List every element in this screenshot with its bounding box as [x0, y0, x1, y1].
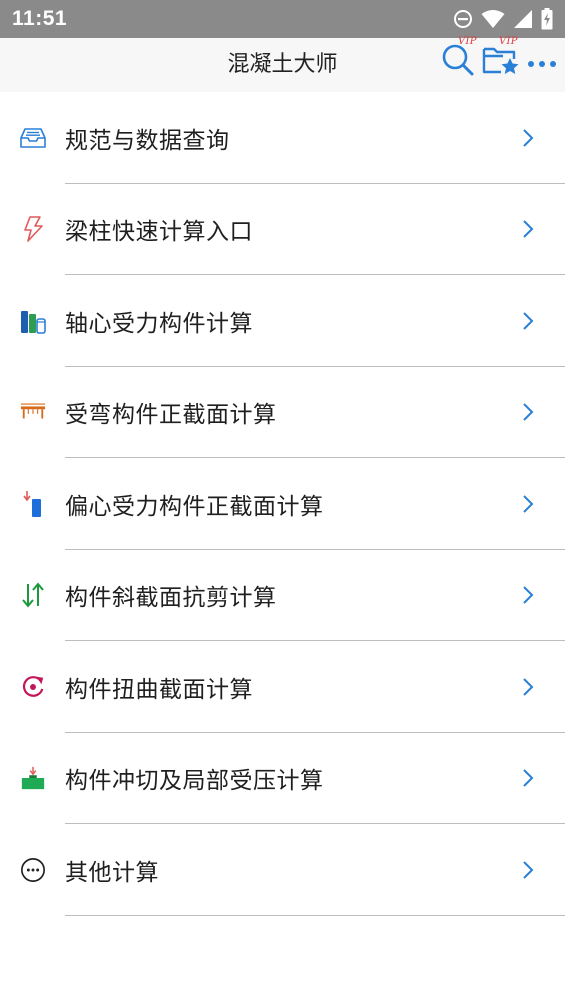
menu-item-other-calc[interactable]: 其他计算	[0, 824, 565, 916]
menu-item-label: 梁柱快速计算入口	[65, 219, 253, 246]
menu-item-label: 偏心受力构件正截面计算	[65, 493, 324, 520]
do-not-disturb-icon	[453, 9, 473, 29]
favorites-folder-icon	[481, 43, 519, 81]
chevron-right-icon	[521, 311, 535, 331]
shear-arrows-icon	[20, 582, 46, 608]
menu-item-axial-members[interactable]: 轴心受力构件计算	[0, 275, 565, 367]
menu-item-label: 构件扭曲截面计算	[65, 676, 253, 703]
chevron-right-icon	[521, 219, 535, 239]
menu-item-punching-calc[interactable]: 构件冲切及局部受压计算	[0, 733, 565, 824]
eccentric-load-icon	[20, 490, 46, 517]
status-bar: 11:51	[0, 0, 565, 38]
chevron-right-icon	[521, 768, 535, 788]
menu-item-label: 构件冲切及局部受压计算	[65, 768, 324, 795]
chevron-right-icon	[521, 585, 535, 605]
chevron-right-icon	[521, 860, 535, 880]
favorites-button[interactable]	[480, 44, 520, 80]
search-vip-badge: VIP	[458, 36, 477, 47]
menu-item-label: 轴心受力构件计算	[65, 310, 253, 337]
wifi-icon	[481, 9, 505, 29]
menu-item-shear-calc[interactable]: 构件斜截面抗剪计算	[0, 550, 565, 641]
column-members-icon	[20, 308, 46, 334]
menu-item-label: 其他计算	[65, 859, 159, 886]
menu-item-standards-query[interactable]: 规范与数据查询	[0, 92, 565, 184]
chevron-right-icon	[521, 494, 535, 514]
menu-item-label: 规范与数据查询	[65, 127, 230, 154]
more-circle-icon	[20, 857, 46, 883]
menu-divider	[65, 914, 565, 916]
search-button[interactable]	[440, 44, 476, 80]
more-icon	[527, 53, 557, 72]
chevron-right-icon	[521, 677, 535, 697]
menu-item-label: 构件斜截面抗剪计算	[65, 585, 277, 612]
bending-beam-icon	[20, 399, 46, 425]
cellular-signal-icon	[513, 9, 533, 29]
menu-item-label: 受弯构件正截面计算	[65, 402, 277, 429]
menu-item-flexural-members[interactable]: 受弯构件正截面计算	[0, 367, 565, 458]
chevron-right-icon	[521, 402, 535, 422]
inbox-tray-icon	[20, 125, 46, 151]
menu-item-eccentric-members[interactable]: 偏心受力构件正截面计算	[0, 458, 565, 550]
search-icon	[441, 43, 475, 81]
battery-charging-icon	[541, 8, 553, 30]
lightning-icon	[20, 216, 46, 243]
app-bar: 混凝土大师 VIP VIP	[0, 36, 565, 92]
favorites-vip-badge: VIP	[499, 36, 518, 47]
status-icons	[453, 8, 553, 30]
menu-item-quick-calc[interactable]: 梁柱快速计算入口	[0, 184, 565, 275]
torsion-rotate-icon	[20, 674, 46, 700]
chevron-right-icon	[521, 128, 535, 148]
status-time: 11:51	[12, 7, 68, 30]
menu-list: 规范与数据查询 梁柱快速计算入口 轴心受力构件计算 受弯构件正截面计算 偏心受力…	[0, 92, 565, 916]
menu-item-torsion-calc[interactable]: 构件扭曲截面计算	[0, 641, 565, 733]
more-options-button[interactable]	[525, 48, 559, 76]
punching-block-icon	[20, 765, 46, 791]
